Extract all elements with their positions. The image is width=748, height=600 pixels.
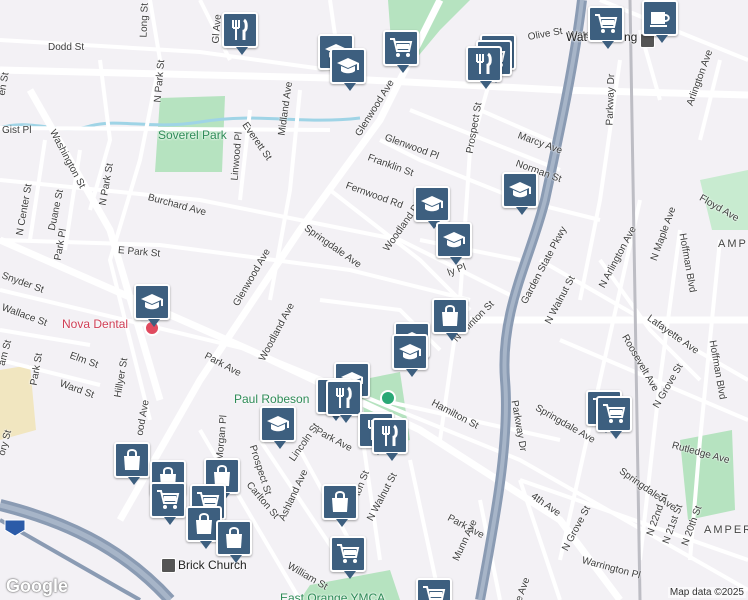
park-label-soverel: Soverel Park [158,128,227,142]
grocery-pin-icon[interactable] [588,6,624,49]
cafe-pin-icon[interactable] [642,0,678,43]
area-label-ampere-2: AMPER [704,524,748,536]
transit-label-watsessing: Wat [566,30,587,44]
restaurant-pin-icon[interactable] [466,46,502,89]
restaurant-pin-icon[interactable] [372,418,408,461]
school-pin-icon[interactable] [392,334,428,377]
school-pin-icon[interactable] [330,48,366,91]
google-logo: Google [6,576,68,596]
place-label-nova-dental: Nova Dental [62,317,129,331]
shopping-pin-icon[interactable] [114,442,150,485]
grocery-pin-icon[interactable] [383,30,419,73]
grocery-pin-icon[interactable] [330,536,366,579]
map-view[interactable]: Dodd St Long St Gist Pl Washington St N … [0,0,748,600]
street-label: Gist Pl [2,125,32,136]
park-poi-icon[interactable] [380,390,396,406]
street-label: Dodd St [48,42,85,53]
grocery-pin-icon[interactable] [416,578,452,600]
map-attribution[interactable]: Map data ©2025 [667,587,746,598]
place-label-ymca: East Orange YMCA [280,591,386,600]
school-pin-icon[interactable] [502,172,538,215]
restaurant-pin-icon[interactable] [222,12,258,55]
shopping-pin-icon[interactable] [216,520,252,563]
train-station-icon[interactable] [161,558,176,573]
shopping-pin-icon[interactable] [322,484,358,527]
school-pin-icon[interactable] [436,222,472,265]
area-label-ampere: AMPE [718,238,748,250]
street-label: Parkway Dr [604,73,618,126]
restaurant-pin-icon[interactable] [326,380,362,423]
street-label: Long St [138,2,151,38]
shopping-pin-icon[interactable] [432,298,468,341]
grocery-pin-icon[interactable] [150,482,186,525]
school-pin-icon[interactable] [414,186,450,229]
transit-label-watsessing-tail: ng [624,30,638,44]
school-pin-icon[interactable] [134,284,170,327]
school-pin-icon[interactable] [260,406,296,449]
park-label-paul-robeson: Paul Robeson [234,392,310,406]
grocery-pin-icon[interactable] [596,396,632,439]
